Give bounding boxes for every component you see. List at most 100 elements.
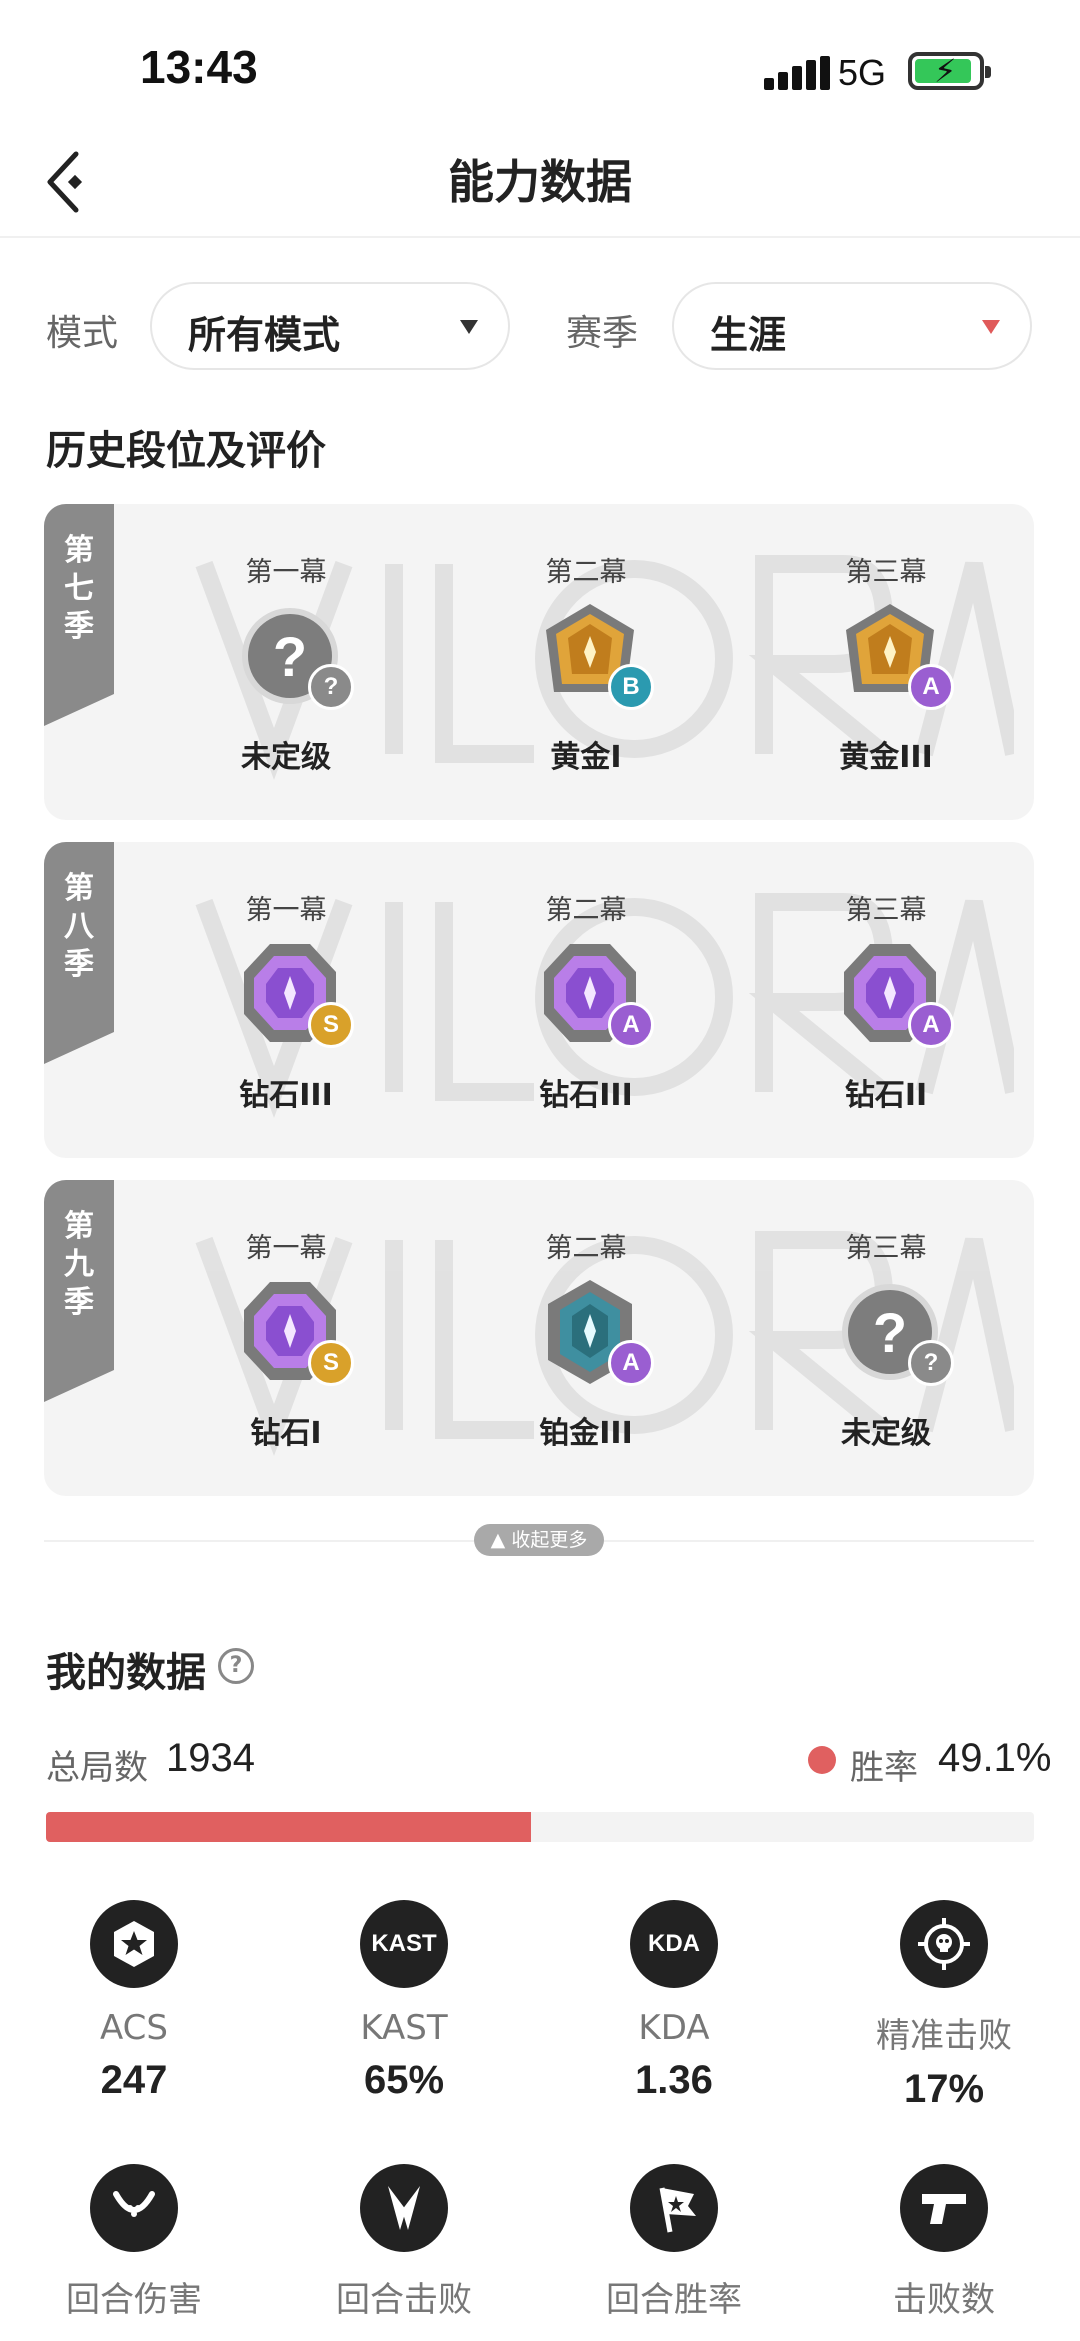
history-title: 历史段位及评价 <box>46 428 326 474</box>
star-hex-icon <box>90 1900 178 1988</box>
filter-row: 模式 所有模式 赛季 生涯 <box>0 282 1080 372</box>
stat-value: 65% <box>363 2058 445 2102</box>
season-tag-label: 第七季 <box>64 533 94 644</box>
season-tag-label: 第八季 <box>64 871 94 982</box>
season-tag: 第八季 <box>44 842 114 1064</box>
collapse-label: 收起更多 <box>511 1529 588 1551</box>
act-rank-item[interactable]: 第三幕 A 黄金III <box>776 504 996 820</box>
stat-label: 回合击败 <box>336 2280 472 2320</box>
svg-text:?: ? <box>273 625 307 688</box>
triangle-up-icon: ▲ <box>490 1529 506 1551</box>
stat-label: KAST <box>360 2008 448 2048</box>
rank-name: 未定级 <box>241 740 331 775</box>
stat-item: 回合击败 <box>269 2164 539 2331</box>
mode-dropdown[interactable]: 所有模式 <box>150 282 510 370</box>
grade-badge: B <box>608 664 654 710</box>
act-label: 第二幕 <box>545 895 627 926</box>
win-rate-label: 胜率 <box>850 1748 918 1788</box>
season-card: 第八季 第一幕 S 钻石III 第二幕 A 钻石III 第三幕 A 钻石II <box>44 842 1034 1158</box>
pistol-icon <box>900 2164 988 2252</box>
rank-name: 黄金I <box>550 740 622 775</box>
signal-icon <box>764 56 830 90</box>
stat-label: 精准击败 <box>876 2016 1012 2056</box>
act-label: 第三幕 <box>845 1233 927 1264</box>
win-rate-value: 49.1% <box>938 1736 1052 1780</box>
status-bar: 13:43 5G ⚡ <box>0 0 1080 140</box>
stat-item: 精准击败 17% <box>809 1900 1079 2112</box>
kast-icon: KAST <box>360 1900 448 1988</box>
collapse-button[interactable]: ▲ 收起更多 <box>474 1524 604 1556</box>
stat-value: 17% <box>903 2067 985 2111</box>
stat-label: 击败数 <box>893 2280 995 2320</box>
rank-name: 钻石I <box>250 1416 322 1451</box>
total-games-label: 总局数 <box>46 1748 148 1788</box>
grade-badge: ? <box>308 664 354 710</box>
grade-badge: S <box>308 1002 354 1048</box>
season-dropdown[interactable]: 生涯 <box>672 282 1032 370</box>
total-games-value: 1934 <box>166 1736 255 1780</box>
stat-item: 击败数 <box>809 2164 1079 2331</box>
status-time: 13:43 <box>140 41 258 93</box>
stat-item: KDA KDA 1.36 <box>539 1900 809 2103</box>
stat-label: 回合胜率 <box>606 2280 742 2320</box>
act-rank-item[interactable]: 第二幕 B 黄金I <box>476 504 696 820</box>
dropdown-arrow-icon <box>460 320 478 334</box>
act-rank-item[interactable]: 第二幕 A 铂金III <box>476 1180 696 1496</box>
help-icon[interactable]: ? <box>218 1648 254 1684</box>
act-rank-item[interactable]: 第二幕 A 钻石III <box>476 842 696 1158</box>
page-title: 能力数据 <box>448 155 632 209</box>
stat-item: KAST KAST 65% <box>269 1900 539 2103</box>
act-label: 第一幕 <box>245 895 327 926</box>
grade-badge: A <box>908 664 954 710</box>
stat-label: 回合伤害 <box>66 2280 202 2320</box>
svg-text:?: ? <box>873 1301 907 1364</box>
win-dot-icon <box>808 1746 836 1774</box>
season-tag-label: 第九季 <box>64 1209 94 1320</box>
rank-name: 钻石III <box>239 1078 333 1113</box>
act-label: 第一幕 <box>245 557 327 588</box>
act-rank-item[interactable]: 第一幕?? 未定级 <box>176 504 396 820</box>
mode-label: 模式 <box>46 313 119 354</box>
grade-badge: ? <box>908 1340 954 1386</box>
rank-name: 黄金III <box>839 740 933 775</box>
act-rank-item[interactable]: 第一幕 S 钻石III <box>176 842 396 1158</box>
rank-name: 钻石II <box>844 1078 928 1113</box>
rank-name: 钻石III <box>539 1078 633 1113</box>
damage-icon <box>90 2164 178 2252</box>
stat-label: ACS <box>100 2008 168 2048</box>
rank-name: 铂金III <box>539 1416 633 1451</box>
act-label: 第三幕 <box>845 557 927 588</box>
grade-badge: S <box>308 1340 354 1386</box>
stat-item: 回合伤害 <box>0 2164 269 2331</box>
season-tag: 第九季 <box>44 1180 114 1402</box>
stat-item: 回合胜率 <box>539 2164 809 2331</box>
crosshair-skull-icon <box>900 1900 988 1988</box>
grade-badge: A <box>608 1002 654 1048</box>
grade-badge: A <box>608 1340 654 1386</box>
act-label: 第三幕 <box>845 895 927 926</box>
grade-badge: A <box>908 1002 954 1048</box>
flag-icon <box>630 2164 718 2252</box>
battery-icon: ⚡ <box>908 52 991 90</box>
crossed-blades-icon <box>360 2164 448 2252</box>
season-value: 生涯 <box>710 313 787 357</box>
win-rate-bar <box>46 1812 1034 1842</box>
mode-value: 所有模式 <box>188 313 341 357</box>
win-rate-bar-fill <box>46 1812 532 1842</box>
stat-value: 247 <box>100 2058 168 2102</box>
rank-name: 未定级 <box>841 1416 931 1451</box>
act-rank-item[interactable]: 第一幕 S 钻石I <box>176 1180 396 1496</box>
network-label: 5G <box>838 52 887 93</box>
act-rank-item[interactable]: 第三幕 A 钻石II <box>776 842 996 1158</box>
act-label: 第二幕 <box>545 557 627 588</box>
act-label: 第一幕 <box>245 1233 327 1264</box>
stat-value: 1.36 <box>635 2058 713 2102</box>
nav-bar: 能力数据 <box>0 130 1080 238</box>
act-label: 第二幕 <box>545 1233 627 1264</box>
act-rank-item[interactable]: 第三幕?? 未定级 <box>776 1180 996 1496</box>
season-card: 第七季 第一幕?? 未定级 第二幕 B 黄金I 第三幕 A 黄金III <box>44 504 1034 820</box>
dropdown-arrow-icon <box>982 320 1000 334</box>
season-label: 赛季 <box>566 313 639 354</box>
my-data-title: 我的数据 <box>46 1650 206 1696</box>
stat-label: KDA <box>638 2008 710 2048</box>
